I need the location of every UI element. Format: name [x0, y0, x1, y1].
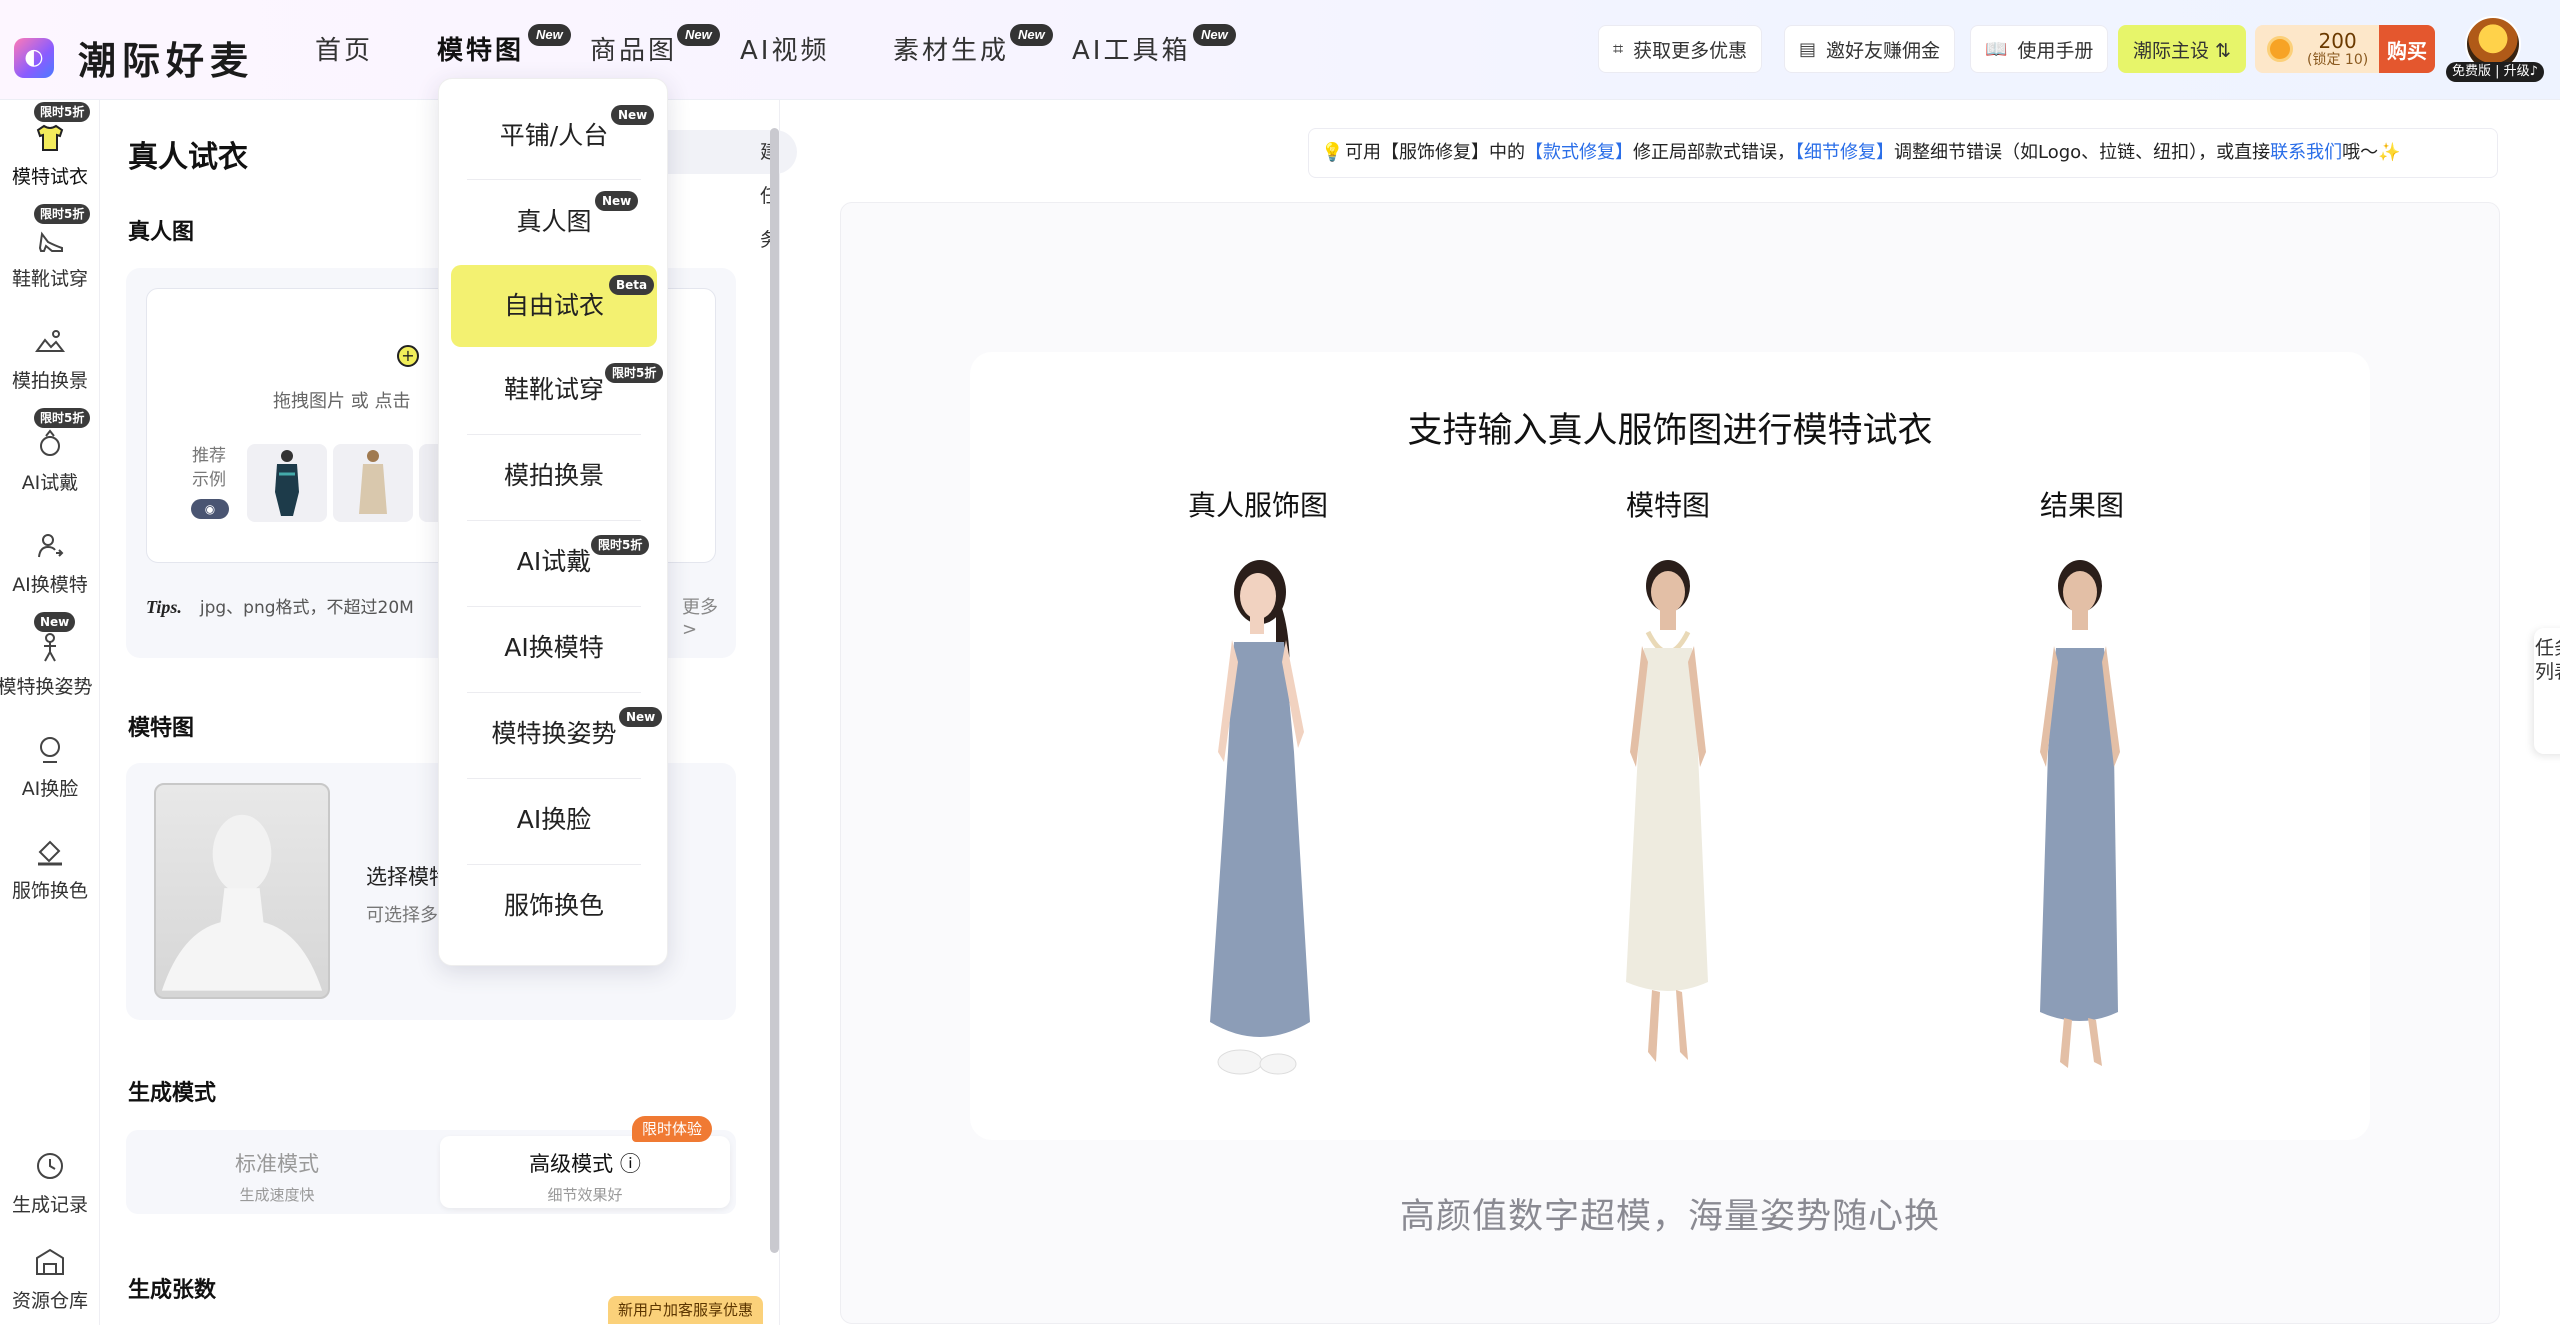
clock-icon: [30, 1146, 70, 1186]
scan-icon: ⌗: [1613, 38, 1624, 60]
sidebar-item-face-swap[interactable]: AI换脸: [0, 730, 100, 801]
left-sidebar: 限时5折 模特试衣 限时5折 鞋靴试穿 模拍换景 限时5折 AI试戴 AI换模特…: [0, 100, 100, 1325]
coupon-icon: ▤: [1799, 38, 1817, 60]
mode-standard-button[interactable]: 标准模式 生成速度快: [132, 1136, 422, 1208]
notice-bar: 💡 可用【服饰修复】中的【款式修复】修正局部款式错误，【细节修复】调整细节错误（…: [1308, 128, 2498, 178]
logo[interactable]: ◐ 潮际好麦: [14, 30, 254, 85]
dropdown-item-ai-wear[interactable]: AI试戴: [451, 521, 657, 603]
sidebar-item-ai-model-swap[interactable]: AI换模特: [0, 526, 100, 597]
sidebar-item-ai-wear[interactable]: 限时5折 AI试戴: [0, 408, 100, 495]
warehouse-icon: [30, 1242, 70, 1282]
demo-title: 支持输入真人服饰图进行模特试衣: [1407, 411, 1933, 451]
tips-text: Tips. jpg、png格式，不超过20M: [146, 597, 414, 618]
sidebar-item-recolor[interactable]: 服饰换色: [0, 832, 100, 903]
nav-material-gen-badge: New: [1010, 24, 1053, 46]
coin-balance: 200 (锁定 10) 购买: [2255, 25, 2435, 73]
nav-model-image-badge: New: [528, 24, 571, 46]
recommend-label: 推荐示例: [192, 446, 226, 490]
theme-button[interactable]: 潮际主设 ⇅: [2118, 25, 2246, 73]
col-title-real: 真人服饰图: [1187, 489, 1328, 522]
eye-icon[interactable]: ◉: [191, 499, 229, 519]
sidebar-item-history[interactable]: 生成记录: [0, 1146, 100, 1217]
model-image: [1626, 560, 1708, 1062]
heel-shoe-icon: [30, 220, 70, 260]
section-real-image: 真人图: [128, 214, 205, 246]
tips-more-link[interactable]: 更多 >: [682, 593, 736, 640]
dropdown-item-scene-change[interactable]: 模拍换景: [451, 435, 657, 517]
mode-advanced-button[interactable]: 高级模式 ⓘ 细节效果好: [440, 1136, 730, 1208]
section-gen-count: 生成张数: [128, 1278, 217, 1303]
nav-ai-video[interactable]: AI视频: [740, 30, 829, 67]
trial-badge: 限时体验: [632, 1116, 713, 1142]
dropdown-item-pose-change[interactable]: 模特换姿势: [451, 693, 657, 775]
person-swap-icon: [30, 526, 70, 566]
book-icon: 📖: [1985, 38, 2008, 60]
mode-toggle: 标准模式 生成速度快 高级模式 ⓘ 细节效果好: [126, 1130, 736, 1214]
nav-material-gen[interactable]: 素材生成: [893, 30, 1009, 67]
upload-hint: 拖拽图片 或 点击: [273, 391, 411, 412]
face-icon: [30, 730, 70, 770]
task-list-tab[interactable]: 任务列表: [2534, 628, 2560, 754]
example-thumb[interactable]: [333, 444, 413, 522]
contact-us-link[interactable]: 联系我们: [2270, 142, 2342, 163]
panel-title: 真人试衣: [128, 140, 248, 175]
app-name: 潮际好麦: [78, 39, 255, 83]
result-image: [2040, 560, 2120, 1068]
nav-ai-toolbox[interactable]: AI工具箱: [1072, 30, 1190, 67]
style-fix-link[interactable]: 【款式修复】: [1525, 142, 1633, 163]
lightbulb-icon: 💡: [1321, 142, 1344, 163]
dropdown-item-recolor[interactable]: 服饰换色: [451, 865, 657, 947]
panel-scrollbar[interactable]: [770, 128, 779, 1253]
nav-model-image[interactable]: 模特图: [435, 30, 527, 67]
coin-count: 200: [2318, 29, 2357, 53]
new-user-badge[interactable]: 新用户加客服享优惠: [608, 1296, 764, 1324]
col-title-result: 结果图: [2039, 489, 2124, 522]
detail-fix-link[interactable]: 【细节修复】: [1795, 142, 1894, 163]
dropdown-item-ai-model-swap[interactable]: AI换模特: [451, 607, 657, 689]
ring-icon: [30, 424, 70, 464]
sidebar-item-scene-change[interactable]: 模拍换景: [0, 322, 100, 393]
landscape-icon: [30, 322, 70, 362]
sidebar-item-resources[interactable]: 资源仓库: [0, 1242, 100, 1313]
dropdown-item-shoe-tryon[interactable]: 鞋靴试穿: [451, 349, 657, 431]
section-gen-mode: 生成模式: [128, 1075, 227, 1107]
coin-locked: (锁定 10): [2307, 52, 2369, 68]
pose-icon: [30, 628, 70, 668]
sidebar-item-shoe-tryon[interactable]: 限时5折 鞋靴试穿: [0, 204, 100, 291]
top-header: ◐ 潮际好麦 首页 模特图 New 商品图 New AI视频 素材生成 New …: [0, 0, 2560, 100]
mannequin-image: [154, 783, 330, 999]
col-title-model: 模特图: [1625, 489, 1710, 522]
sidebar-item-model-tryon[interactable]: 限时5折 模特试衣: [0, 102, 100, 189]
invite-button[interactable]: ▤ 邀好友赚佣金: [1784, 25, 1956, 73]
manual-button[interactable]: 📖 使用手册: [1970, 25, 2109, 73]
example-thumb[interactable]: [247, 444, 327, 522]
demo-card: 支持输入真人服饰图进行模特试衣 真人服饰图 模特图 结果图: [970, 352, 2370, 1140]
nav-product-image-badge: New: [677, 24, 720, 46]
tshirt-icon: [30, 118, 70, 158]
vip-tag[interactable]: 免费版 | 升级♪: [2446, 62, 2544, 82]
nav-ai-toolbox-badge: New: [1193, 24, 1236, 46]
more-offers-button[interactable]: ⌗ 获取更多优惠: [1598, 25, 1763, 73]
real-person-image: [1210, 560, 1310, 1075]
logo-icon: ◐: [14, 37, 54, 78]
nav-home[interactable]: 首页: [315, 30, 373, 67]
demo-subtitle: 高颜值数字超模，海量姿势随心换: [1399, 1197, 1940, 1237]
sidebar-item-pose-change[interactable]: New 模特换姿势: [0, 612, 100, 699]
coin-icon: [2267, 36, 2293, 62]
buy-button[interactable]: 购买: [2379, 25, 2435, 73]
paint-bucket-icon: [30, 832, 70, 872]
section-model-image: 模特图: [128, 710, 205, 742]
model-image-dropdown: 平铺/人台 New 真人图 New 自由试衣 Beta 鞋靴试穿 限时5折 模拍…: [438, 78, 668, 966]
dropdown-item-face-swap[interactable]: AI换脸: [451, 779, 657, 861]
nav-product-image[interactable]: 商品图: [590, 30, 677, 67]
plus-icon: +: [397, 345, 419, 367]
